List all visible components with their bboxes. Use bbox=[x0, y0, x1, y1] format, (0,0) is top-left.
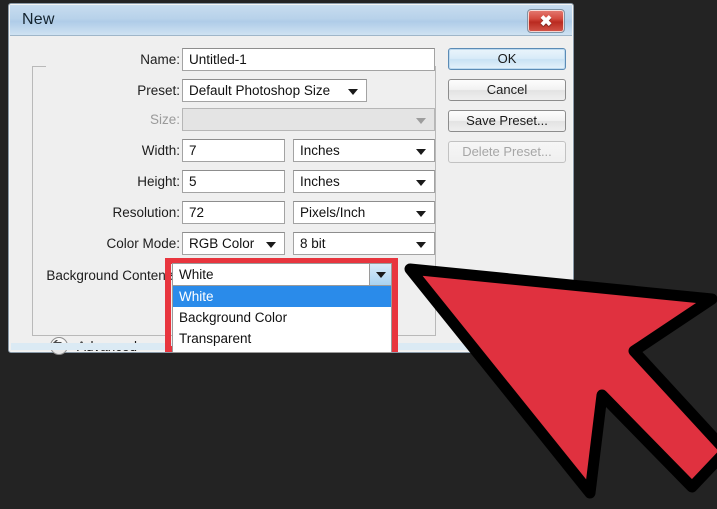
option-background-color[interactable]: Background Color bbox=[173, 307, 391, 328]
name-input[interactable]: Untitled-1 bbox=[182, 48, 435, 71]
chevron-down-icon bbox=[416, 242, 426, 248]
background-contents-dropdown[interactable]: White bbox=[172, 263, 392, 286]
row-height: Height: bbox=[10, 170, 180, 194]
bit-depth-dropdown[interactable]: 8 bit bbox=[293, 232, 435, 255]
resolution-label: Resolution: bbox=[112, 205, 180, 220]
height-input[interactable]: 5 bbox=[182, 170, 285, 193]
close-button[interactable]: ✖ bbox=[527, 9, 565, 33]
background-contents-option-list: White Background Color Transparent bbox=[172, 286, 392, 353]
width-input[interactable]: 7 bbox=[182, 139, 285, 162]
height-unit-dropdown[interactable]: Inches bbox=[293, 170, 435, 193]
row-resolution: Resolution: bbox=[10, 201, 180, 225]
cancel-button[interactable]: Cancel bbox=[448, 79, 566, 101]
chevron-down-icon bbox=[416, 118, 426, 124]
chevron-down-icon bbox=[266, 242, 276, 248]
height-label: Height: bbox=[137, 174, 180, 189]
color-mode-value: RGB Color bbox=[189, 236, 255, 251]
row-name: Name: bbox=[10, 48, 180, 72]
row-preset: Preset: bbox=[10, 79, 180, 103]
background-contents-value: White bbox=[179, 267, 214, 282]
delete-preset-button: Delete Preset... bbox=[448, 141, 566, 163]
preset-value: Default Photoshop Size bbox=[189, 83, 331, 98]
color-mode-label: Color Mode: bbox=[106, 236, 180, 251]
width-unit-value: Inches bbox=[300, 143, 340, 158]
row-width: Width: bbox=[10, 139, 180, 163]
chevron-down-icon bbox=[416, 180, 426, 186]
preset-dropdown[interactable]: Default Photoshop Size bbox=[182, 79, 367, 102]
background-contents-label: Background Contents: bbox=[46, 268, 180, 283]
close-icon: ✖ bbox=[539, 12, 553, 30]
height-unit-value: Inches bbox=[300, 174, 340, 189]
name-label: Name: bbox=[140, 52, 180, 67]
resolution-unit-value: Pixels/Inch bbox=[300, 205, 366, 220]
option-white[interactable]: White bbox=[173, 286, 391, 307]
background-contents-dropdown-arrow[interactable] bbox=[369, 264, 391, 285]
chevron-down-icon bbox=[348, 89, 358, 95]
size-dropdown bbox=[182, 108, 435, 131]
dialog-title: New bbox=[22, 11, 55, 28]
ok-button[interactable]: OK bbox=[448, 48, 566, 70]
color-mode-dropdown[interactable]: RGB Color bbox=[182, 232, 285, 255]
screen: New ✖ Name: Untitled-1 Preset: Default P… bbox=[0, 0, 717, 509]
resolution-unit-dropdown[interactable]: Pixels/Inch bbox=[293, 201, 435, 224]
resolution-input[interactable]: 72 bbox=[182, 201, 285, 224]
bit-depth-value: 8 bit bbox=[300, 236, 326, 251]
width-unit-dropdown[interactable]: Inches bbox=[293, 139, 435, 162]
row-size: Size: bbox=[10, 108, 180, 132]
option-transparent[interactable]: Transparent bbox=[173, 328, 391, 349]
row-background-contents: Background Contents: bbox=[10, 264, 180, 288]
size-label: Size: bbox=[149, 112, 180, 127]
dialog-titlebar[interactable]: New ✖ bbox=[10, 5, 572, 36]
chevron-down-icon bbox=[376, 272, 386, 278]
chevron-down-icon bbox=[416, 149, 426, 155]
preset-label: Preset: bbox=[137, 83, 180, 98]
chevron-down-icon bbox=[416, 211, 426, 217]
width-label: Width: bbox=[141, 143, 180, 158]
save-preset-button[interactable]: Save Preset... bbox=[448, 110, 566, 132]
row-color-mode: Color Mode: bbox=[10, 232, 180, 256]
